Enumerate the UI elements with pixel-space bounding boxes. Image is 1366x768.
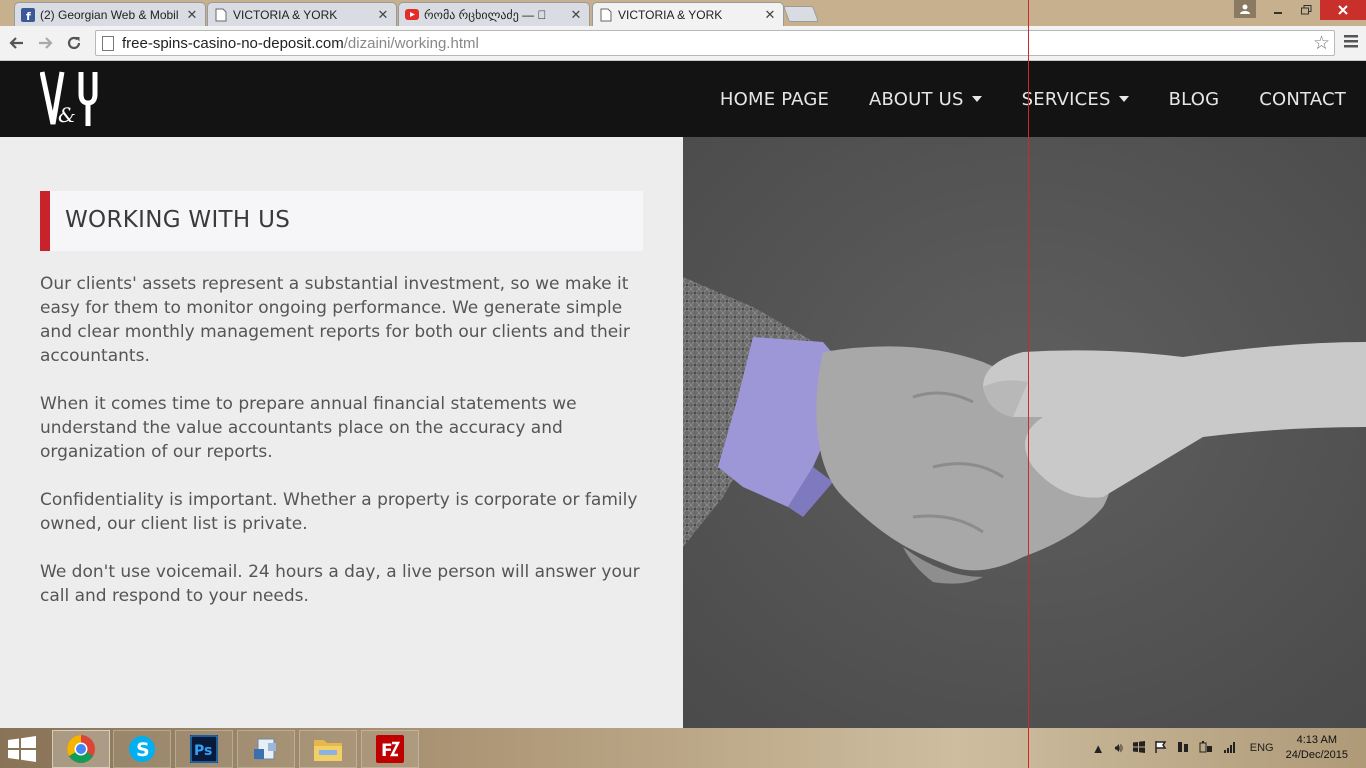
windows-start-icon[interactable] xyxy=(8,736,38,762)
browser-toolbar: free-spins-casino-no-deposit.com/dizaini… xyxy=(0,26,1366,61)
nav-label: HOME PAGE xyxy=(719,88,830,110)
site-logo[interactable]: & xyxy=(39,70,102,128)
nav-label: CONTACT xyxy=(1259,88,1346,110)
battery-icon[interactable] xyxy=(1199,740,1213,756)
browser-tab[interactable]: რომა რცხილაძე —   ✕ xyxy=(398,2,590,26)
browser-tab-active[interactable]: VICTORIA & YORK ✕ xyxy=(592,2,784,26)
main-nav: HOME PAGE ABOUT US SERVICES BLOG CONTACT xyxy=(680,61,1346,137)
skype-icon[interactable]: S xyxy=(113,730,171,768)
svg-text:&: & xyxy=(58,103,76,127)
tab-strip: f (2) Georgian Web & Mobil ✕ VICTORIA & … xyxy=(0,0,1366,26)
url-path: /dizaini/working.html xyxy=(343,34,479,52)
tab-close-icon[interactable]: ✕ xyxy=(763,7,777,23)
body-text: Our clients' assets represent a substant… xyxy=(40,272,650,632)
page-icon xyxy=(599,8,613,22)
nav-label: BLOG xyxy=(1168,88,1220,110)
forward-button[interactable] xyxy=(34,31,58,55)
tray-app-icon[interactable] xyxy=(1177,741,1189,756)
caret-down-icon xyxy=(971,96,982,102)
app-icon[interactable] xyxy=(237,730,295,768)
site-header: & HOME PAGE ABOUT US SERVICES BLOG CONTA… xyxy=(0,61,1366,137)
reload-button[interactable] xyxy=(62,31,86,55)
page-icon xyxy=(102,35,114,51)
address-bar[interactable]: free-spins-casino-no-deposit.com/dizaini… xyxy=(95,30,1335,56)
window-controls xyxy=(1234,0,1366,20)
youtube-icon xyxy=(405,8,419,22)
svg-text:S: S xyxy=(136,739,150,761)
paragraph: Our clients' assets represent a substant… xyxy=(40,274,630,366)
clock[interactable]: 4:13 AM 24/Dec/2015 xyxy=(1286,733,1348,763)
tab-title: VICTORIA & YORK xyxy=(618,7,723,22)
browser-tab[interactable]: f (2) Georgian Web & Mobil ✕ xyxy=(14,2,206,26)
tab-close-icon[interactable]: ✕ xyxy=(569,7,583,23)
paragraph: When it comes time to prepare annual fin… xyxy=(40,394,577,462)
volume-icon[interactable]: 🔊︎ xyxy=(1115,740,1123,756)
language-indicator[interactable]: ENG xyxy=(1250,742,1274,754)
page-title: WORKING WITH US xyxy=(65,207,291,233)
page-icon xyxy=(214,8,228,22)
network-signal-icon[interactable] xyxy=(1223,741,1237,756)
system-tray: ▲ 🔊︎ ENG 4:13 AM 24/Dec/2015 xyxy=(1087,728,1366,768)
tab-title: რომა რცხილაძე —   xyxy=(424,7,547,22)
nav-label: ABOUT US xyxy=(869,88,964,110)
url-host: free-spins-casino-no-deposit.com xyxy=(122,34,344,52)
back-button[interactable] xyxy=(4,31,28,55)
windows-icon[interactable] xyxy=(1132,740,1145,756)
tab-title: VICTORIA & YORK xyxy=(233,7,338,22)
nav-services[interactable]: SERVICES xyxy=(1022,89,1129,110)
nav-contact[interactable]: CONTACT xyxy=(1259,89,1346,110)
tab-close-icon[interactable]: ✕ xyxy=(376,7,390,23)
file-explorer-icon[interactable] xyxy=(299,730,357,768)
paragraph: We don't use voicemail. 24 hours a day, … xyxy=(40,562,640,606)
nav-about-us[interactable]: ABOUT US xyxy=(869,89,982,110)
handshake-photo xyxy=(683,137,1366,728)
chrome-icon[interactable] xyxy=(52,730,110,768)
clock-date: 24/Dec/2015 xyxy=(1285,749,1348,761)
show-hidden-icons-icon[interactable]: ▲ xyxy=(1092,741,1105,756)
tab-title: (2) Georgian Web & Mobil xyxy=(40,7,179,22)
browser-menu-icon[interactable] xyxy=(1344,32,1358,53)
minimize-button[interactable] xyxy=(1264,0,1292,20)
paragraph: Confidentiality is important. Whether a … xyxy=(40,490,638,534)
new-tab-button[interactable] xyxy=(783,6,819,22)
facebook-icon: f xyxy=(21,7,35,22)
section-heading-box: WORKING WITH US xyxy=(40,191,643,251)
svg-text:F: F xyxy=(381,741,393,761)
content-section: WORKING WITH US Our clients' assets repr… xyxy=(0,137,683,728)
filezilla-icon[interactable]: F xyxy=(361,730,419,768)
restore-button[interactable] xyxy=(1292,0,1320,20)
windows-taskbar: S Ps F ▲ 🔊︎ ENG 4:13 AM 24/Dec/2015 xyxy=(0,728,1366,768)
tab-close-icon[interactable]: ✕ xyxy=(185,7,199,23)
nav-label: SERVICES xyxy=(1021,88,1111,110)
browser-tab[interactable]: VICTORIA & YORK ✕ xyxy=(207,2,397,26)
svg-text:f: f xyxy=(26,10,31,22)
close-window-button[interactable] xyxy=(1320,0,1366,20)
clock-time: 4:13 AM xyxy=(1296,734,1337,746)
flag-icon[interactable] xyxy=(1155,740,1167,756)
svg-text:Ps: Ps xyxy=(194,743,212,759)
user-icon[interactable] xyxy=(1234,0,1256,18)
bookmark-star-icon[interactable]: ☆ xyxy=(1313,32,1330,55)
nav-blog[interactable]: BLOG xyxy=(1169,89,1220,110)
nav-home-page[interactable]: HOME PAGE xyxy=(720,89,829,110)
photoshop-icon[interactable]: Ps xyxy=(175,730,233,768)
guide-line xyxy=(1028,0,1029,768)
caret-down-icon xyxy=(1118,96,1129,102)
